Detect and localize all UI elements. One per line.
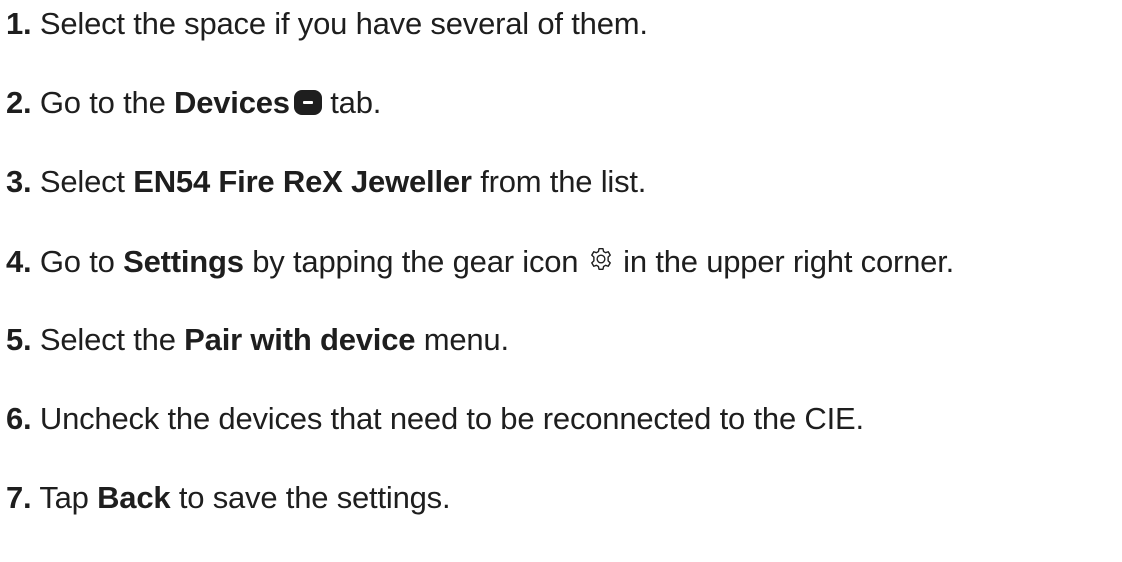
device-name-label: EN54 Fire ReX Jeweller	[133, 164, 472, 199]
step-3: 3. Select EN54 Fire ReX Jeweller from th…	[6, 160, 646, 204]
step-text: Select the space if you have several of …	[31, 6, 648, 41]
step-number: 5.	[6, 322, 32, 357]
step-text: Uncheck the devices that need to be reco…	[31, 401, 864, 436]
step-text: Go to the	[31, 85, 175, 120]
step-text: by tapping the gear icon	[243, 244, 587, 279]
pair-with-device-label: Pair with device	[184, 322, 416, 357]
step-text: Select	[31, 164, 134, 199]
back-label: Back	[97, 480, 171, 515]
step-text: in the upper right corner.	[614, 244, 955, 279]
step-number: 6.	[6, 401, 32, 436]
step-text: menu.	[415, 322, 509, 357]
step-number: 1.	[6, 6, 32, 41]
step-number: 4.	[6, 244, 32, 279]
settings-label: Settings	[123, 244, 244, 279]
devices-tab-icon	[293, 90, 322, 115]
step-6: 6. Uncheck the devices that need to be r…	[6, 397, 864, 441]
step-5: 5. Select the Pair with device menu.	[6, 318, 509, 362]
step-2: 2. Go to the Devices tab.	[6, 81, 381, 125]
step-1: 1. Select the space if you have several …	[6, 2, 648, 46]
step-text: Go to	[31, 244, 124, 279]
step-4: 4. Go to Settings by tapping the gear ic…	[6, 240, 954, 284]
gear-icon	[590, 248, 611, 270]
step-number: 7.	[6, 480, 32, 515]
step-text: to save the settings.	[170, 480, 451, 515]
devices-label: Devices	[174, 85, 290, 120]
step-text: Select the	[31, 322, 185, 357]
step-text: from the list.	[471, 164, 647, 199]
step-number: 2.	[6, 85, 32, 120]
instruction-steps: 1. Select the space if you have several …	[0, 0, 1122, 562]
step-text: tab.	[321, 85, 382, 120]
step-7: 7. Tap Back to save the settings.	[6, 476, 451, 520]
step-number: 3.	[6, 164, 32, 199]
step-text: Tap	[31, 480, 98, 515]
